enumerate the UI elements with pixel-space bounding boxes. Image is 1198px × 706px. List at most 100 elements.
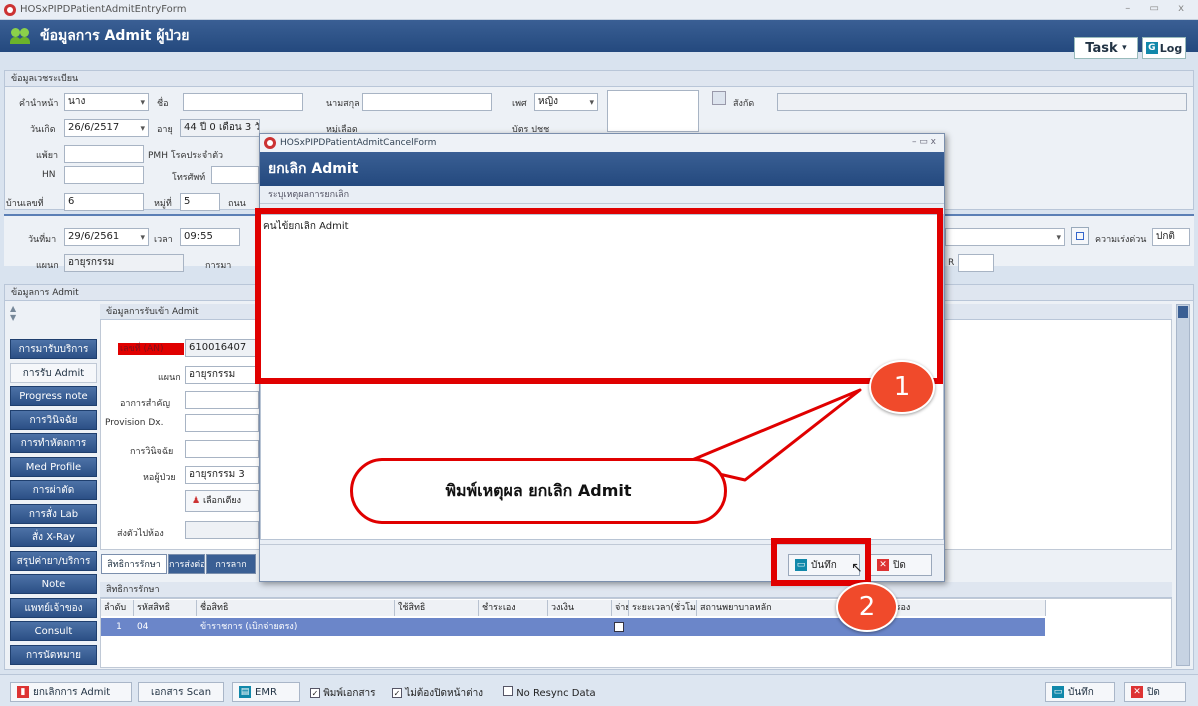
calendar-icon[interactable] (1071, 227, 1089, 245)
log-label: Log (1159, 41, 1183, 55)
callout-text: พิมพ์เหตุผล ยกเลิก Admit (445, 480, 632, 500)
window-title: HOSxPIPDPatientAdmitEntryForm (20, 4, 187, 15)
sidebar-item[interactable]: การวินิจฉัย (10, 409, 97, 430)
sex-select[interactable]: หญิง (534, 93, 598, 111)
sidebar-item[interactable]: Note (10, 574, 97, 594)
tab[interactable]: การลาก (206, 554, 256, 574)
photo-button[interactable] (712, 91, 726, 105)
rights-title: สิทธิการรักษา (100, 582, 1172, 598)
hn-field[interactable] (64, 166, 144, 184)
dialog-close-label: ปิด (893, 559, 906, 571)
table-header-cell: ระยะเวลา(ชั่วโม (629, 600, 697, 616)
sidebar-item[interactable]: การนัดหมาย (10, 644, 97, 665)
lastname-field[interactable] (362, 93, 492, 111)
cancel-admit-button[interactable]: ▮ ยกเลิกการ Admit (10, 682, 132, 702)
dialog-close-button[interactable]: ✕ ปิด (870, 554, 932, 576)
table-cell: 04 (134, 618, 197, 636)
select-bed-button[interactable]: ♟ เลือกเตียง (185, 490, 259, 512)
visit-date-field[interactable]: 29/6/2561 (64, 228, 149, 246)
cancel-admit-label: ยกเลิกการ Admit (33, 686, 111, 698)
road-label: ถนน (228, 199, 246, 209)
emr-label: EMR (255, 686, 277, 698)
window-controls[interactable]: – ▭ x (1125, 3, 1192, 14)
print-checkbox[interactable]: ✓ พิมพ์เอกสาร (310, 686, 376, 701)
step-1-badge: 1 (869, 360, 935, 414)
phone-field[interactable] (211, 166, 259, 184)
hn-label: HN (42, 170, 56, 180)
admit-dept-field[interactable]: อายุรกรรม (185, 366, 259, 384)
room-label: ส่งตัวไปห้อง (117, 529, 164, 539)
task-button[interactable]: Task ▾ (1074, 37, 1138, 59)
table-cell: 1 (101, 618, 134, 636)
photo-box (607, 90, 699, 132)
sidebar-item[interactable]: สั่ง X-Ray (10, 527, 97, 547)
phone-label: โทรศัพท์ (172, 173, 206, 183)
save-button[interactable]: ▭ บันทึก (1045, 682, 1115, 702)
sidebar-item[interactable]: Consult (10, 621, 97, 641)
cancel-icon: ▮ (17, 686, 29, 698)
urgency-field[interactable]: ปกติ (1152, 228, 1190, 246)
tab[interactable]: การส่งต่อ (168, 554, 205, 574)
provision-field[interactable] (185, 414, 259, 432)
sidebar-item[interactable]: แพทย์เจ้าของ (10, 597, 97, 618)
dialog-window-title: HOSxPIPDPatientAdmitCancelForm (280, 138, 437, 148)
row-checkbox[interactable] (614, 622, 624, 632)
allergy-field[interactable] (64, 145, 144, 163)
age-field: 44 ปี 0 เดือน 3 วัน (180, 119, 260, 137)
dialog-window-controls[interactable]: – ▭ x (912, 137, 936, 147)
cc-field[interactable] (185, 391, 259, 409)
noclose-checkbox[interactable]: ✓ ไม่ต้องปิดหน้าต่าง (392, 686, 483, 701)
affiliation-field[interactable] (777, 93, 1187, 111)
prename-select[interactable]: นาง (64, 93, 149, 111)
scroll-arrows[interactable]: ▲ ▼ (10, 304, 97, 332)
tab[interactable]: สิทธิการรักษา (101, 554, 167, 574)
sidebar-item[interactable]: การผ่าตัด (10, 480, 97, 500)
noclose-label: ไม่ต้องปิดหน้าต่าง (405, 688, 484, 699)
provision-label: Provision Dx. (105, 418, 164, 428)
room-field[interactable] (185, 521, 259, 539)
sidebar-item[interactable]: Progress note (10, 386, 97, 406)
visit-extra-select[interactable] (945, 228, 1065, 246)
dialog-titlebar: HOSxPIPDPatientAdmitCancelForm – ▭ x (260, 134, 944, 152)
dx-field[interactable] (185, 440, 259, 458)
sidebar-item[interactable]: Med Profile (10, 456, 97, 477)
name-field[interactable] (183, 93, 303, 111)
main-scrollbar[interactable] (1176, 304, 1190, 666)
table-header-cell: ชื่อสิทธิ (197, 600, 395, 616)
r-field[interactable] (958, 254, 994, 272)
table-header-cell: วงเงิน (548, 600, 612, 616)
resync-checkbox[interactable]: No Resync Data (503, 686, 596, 699)
dob-field[interactable]: 26/6/2517 (64, 119, 149, 137)
close-label: ปิด (1147, 686, 1160, 698)
bed-icon: ♟ (192, 496, 201, 506)
save-icon: ▭ (1052, 686, 1064, 698)
moo-label: หมู่ที่ (154, 199, 172, 209)
emr-button[interactable]: ▤ EMR (232, 682, 300, 702)
an-field: 610016407 (185, 339, 259, 357)
sidebar-item[interactable]: สรุปค่ายา/บริการ (10, 550, 97, 571)
name-label: ชื่อ (157, 99, 169, 109)
affiliation-label: สังกัด (733, 99, 755, 109)
window-titlebar: HOSxPIPDPatientAdmitEntryForm – ▭ x (0, 0, 1198, 20)
log-icon: G (1145, 42, 1158, 54)
ward-field[interactable]: อายุรกรรม 3 (185, 466, 259, 484)
sidebar-item[interactable]: การสั่ง Lab (10, 503, 97, 524)
sidebar-item[interactable]: การทำหัตถการ (10, 433, 97, 453)
cursor-icon: ↖ (851, 560, 863, 576)
resync-label: No Resync Data (516, 688, 596, 699)
save-label: บันทึก (1068, 686, 1094, 698)
print-check-icon: ✓ (310, 688, 320, 698)
allergy-label: แพ้ยา (36, 151, 59, 161)
r-label: R (948, 258, 955, 268)
moo-field[interactable]: 5 (180, 193, 220, 211)
sidebar-item[interactable]: การรับ Admit (10, 362, 97, 383)
house-field[interactable]: 6 (64, 193, 144, 211)
scan-button[interactable]: เอกสาร Scan (138, 682, 224, 702)
dialog-close-icon: ✕ (877, 559, 889, 571)
sidebar-item[interactable]: การมารับบริการ (10, 339, 97, 359)
visit-time-field[interactable]: 09:55 (180, 228, 240, 246)
app-icon (4, 3, 16, 16)
close-button[interactable]: ✕ ปิด (1124, 682, 1186, 702)
dialog-header: ยกเลิก Admit (260, 152, 944, 186)
log-button[interactable]: G Log (1142, 37, 1186, 59)
